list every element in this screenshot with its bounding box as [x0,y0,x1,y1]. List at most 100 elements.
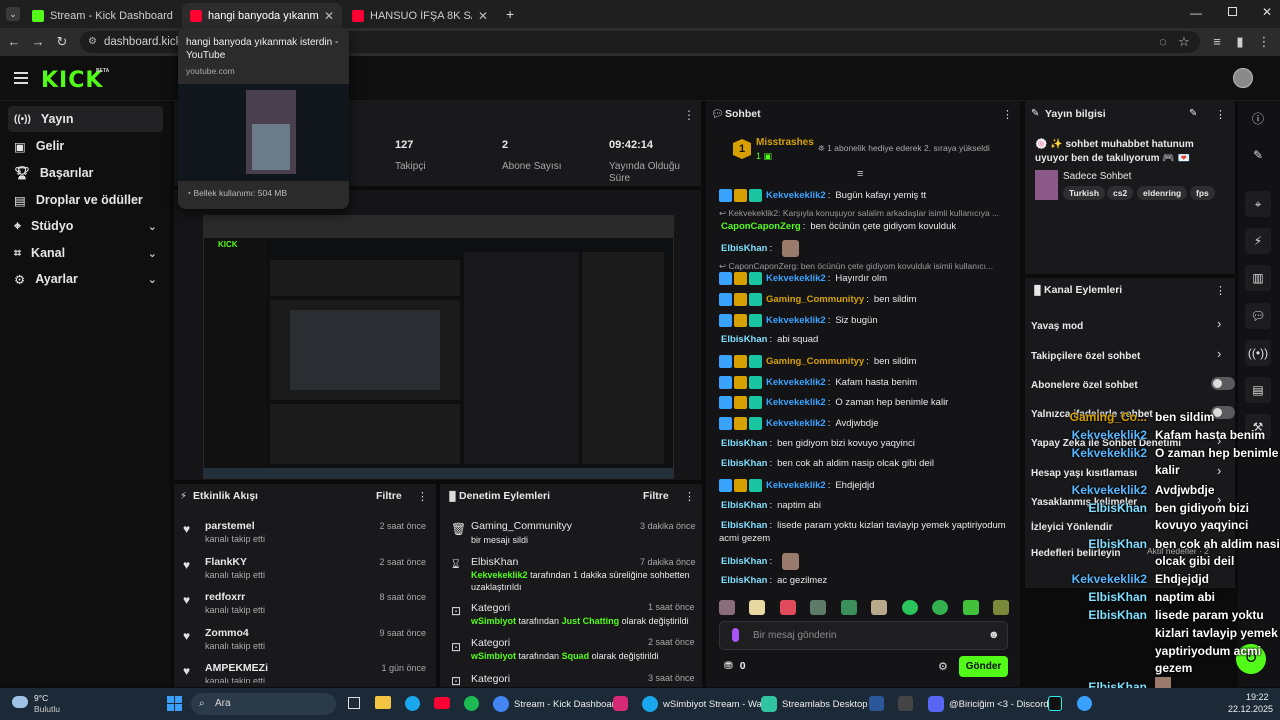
extension-icon[interactable]: ▮ [1232,34,1248,50]
toggle-switch[interactable] [1211,377,1235,390]
chat-message[interactable]: Kekvekeklik2: Hayırdır olm [719,272,887,285]
edit-info-icon[interactable]: ✎ [1189,108,1197,119]
reload-icon[interactable]: ↻ [54,34,70,50]
chat-reply-context[interactable]: ↩ Kekvekeklik2: Karşıyla konuşuyor salal… [719,208,999,219]
tag-chip[interactable]: fps [1190,186,1215,200]
word-icon[interactable] [869,696,884,711]
chat-icon[interactable]: 💬︎ [1245,303,1271,329]
sidebar-item-studyo[interactable]: ⌖ Stüdyo ⌄ [8,213,163,239]
sidebar-item-basarilar[interactable]: 🏆︎ Başarılar [8,160,163,186]
chat-username[interactable]: Kekvekeklik2 [766,377,826,388]
media-control-icon[interactable]: ≡ [1209,34,1225,50]
stats-menu-icon[interactable]: ⋮ [683,108,695,122]
chat-message[interactable]: Kekvekeklik2: Siz bugün [719,314,878,327]
weather-temp[interactable]: 9°C [34,693,48,703]
hamburger-menu-icon[interactable] [14,72,28,84]
chat-reply-context[interactable]: ↩ CaponCaponZerg: ben öcünün çete gidiyo… [719,261,993,272]
file-explorer-icon[interactable] [375,696,391,709]
tray-icon[interactable] [1077,696,1092,711]
kick-logo[interactable]: KICK [41,68,103,93]
forward-icon[interactable]: → [30,34,46,50]
tag-chip[interactable]: cs2 [1107,186,1134,200]
eye-off-icon[interactable]: ◌ [1155,34,1171,50]
overlay-chat-line: Kekvekeklik2 Ehdjejdjd [0,572,1280,588]
chat-message[interactable]: Gaming_Communityy: ben sildim [719,355,917,368]
bookmark-star-icon[interactable]: ☆ [1176,34,1192,50]
camera-icon[interactable]: ⌖ [1245,191,1271,217]
app-icon[interactable] [898,696,913,711]
chat-username[interactable]: CaponCaponZerg [721,221,801,232]
top-gifter-name[interactable]: Misstrashes [756,137,814,148]
channel-action-item[interactable]: Abonelere özel sohbet [1031,377,1235,391]
taskbar-search[interactable]: ⌕ Ara [191,693,336,715]
task-view-icon[interactable] [348,697,360,709]
chat-username[interactable]: Kekvekeklik2 [766,273,826,284]
close-tab-icon[interactable]: ✕ [324,9,334,23]
tab-youtube-1[interactable]: hangi banyoda yıkanmak isterd ✕ [182,3,342,28]
new-tab-icon[interactable]: + [506,6,514,22]
chat-message[interactable]: ElbisKhan: [719,240,800,257]
maximize-icon[interactable] [1228,7,1237,16]
chat-message[interactable]: Kekvekeklik2: O zaman hep benimle kalir [719,396,948,409]
stream-info-menu-icon[interactable]: ⋮ [1215,108,1226,121]
spotify-icon[interactable] [464,696,479,711]
chat-username[interactable]: Kekvekeklik2 [766,315,826,326]
chat-message[interactable]: Kekvekeklik2: Kafam hasta benim [719,376,917,389]
chat-username[interactable]: ElbisKhan [721,334,767,345]
message-text: Siz bugün [835,315,878,326]
taskbar-app-chrome[interactable]: Stream - Kick Dashboard [493,694,620,714]
layout-icon[interactable]: ▤ [1245,377,1271,403]
start-button-icon[interactable] [167,696,182,711]
chat-message[interactable]: Gaming_Communityy: ben sildim [719,293,917,306]
category-name[interactable]: Sadece Sohbet [1063,171,1131,182]
overlay-message: O zaman hep benimle [1155,446,1279,460]
tiktok-icon[interactable] [1048,696,1062,711]
chat-username[interactable]: ElbisKhan [721,243,767,254]
pen-icon[interactable]: ✎ [1245,142,1271,168]
chat-username[interactable]: Gaming_Communityy [766,294,864,305]
channel-action-item[interactable]: Takipçilere özel sohbet › [1031,346,1231,362]
chat-username[interactable]: Gaming_Communityy [766,356,864,367]
clock-time[interactable]: 19:22 [1246,692,1269,702]
sidebar-item-ayarlar[interactable]: ⚙ Ayarlar ⌄ [8,266,163,292]
sidebar-item-droplar[interactable]: ▤ Droplar ve ödüller [8,187,163,213]
close-tab-icon[interactable]: ✕ [179,9,180,23]
chat-username[interactable]: Kekvekeklik2 [766,397,826,408]
tab-search-icon[interactable]: ⌄ [6,7,20,21]
taskbar-app-discord[interactable]: @Biriciğim <3 - Discord [928,694,1049,714]
sidebar-item-gelir[interactable]: ▣ Gelir [8,133,163,159]
menu-dots-icon[interactable]: ⋮ [1256,34,1272,50]
close-window-icon[interactable]: ✕ [1262,5,1272,19]
bolt-icon[interactable]: ⚡︎ [1245,228,1271,254]
taskbar-app-stream[interactable]: wSimbiyot Stream - Wa [642,694,762,714]
tag-chip[interactable]: eldenring [1137,186,1188,200]
broadcast-icon[interactable]: ((•)) [1245,340,1271,366]
channel-action-item[interactable]: Yavaş mod › [1031,316,1231,332]
taskbar-app-streamlabs[interactable]: Streamlabs Desktop [761,694,868,714]
tag-chip[interactable]: Turkish [1063,186,1106,200]
chat-message[interactable]: CaponCaponZerg: ben öcünün çete gidiyom … [719,221,956,232]
tab-kick-dashboard[interactable]: Stream - Kick Dashboard ✕ [24,3,180,28]
edge-icon[interactable] [405,696,420,711]
emote-icon [782,240,800,257]
poll-icon[interactable]: ▥ [1245,265,1271,291]
sidebar-item-yayin[interactable]: ((•)) Yayın [8,106,163,132]
info-icon[interactable]: ⓘ [1245,105,1271,131]
close-tab-icon[interactable]: ✕ [478,9,488,23]
channel-actions-menu-icon[interactable]: ⋮ [1215,284,1226,297]
youtube-favicon-icon [352,9,364,22]
youtube-app-icon[interactable] [434,697,450,709]
chat-message[interactable]: ElbisKhan: abi squad [719,334,818,345]
chat-username[interactable]: Kekvekeklik2 [766,190,826,201]
chat-message[interactable]: Kekvekeklik2: Bugün kafayı yemiş tt [719,189,926,202]
minimize-icon[interactable]: — [1190,6,1202,20]
chat-menu-icon[interactable]: ⋮ [1002,108,1013,121]
tab-youtube-2[interactable]: HANSUO İFŞA 8K SANSÜRSÜZ ✕ [344,3,496,28]
site-info-icon[interactable]: ⚙ [88,31,97,53]
pinned-indicator-icon[interactable]: ≡ [857,168,863,180]
profile-avatar[interactable] [1233,68,1253,88]
instagram-icon[interactable] [613,696,628,711]
sidebar-item-kanal[interactable]: ⌗ Kanal ⌄ [8,240,163,266]
back-icon[interactable]: ← [6,34,22,50]
taskbar-app-label: @Biriciğim <3 - Discord [949,698,1049,710]
